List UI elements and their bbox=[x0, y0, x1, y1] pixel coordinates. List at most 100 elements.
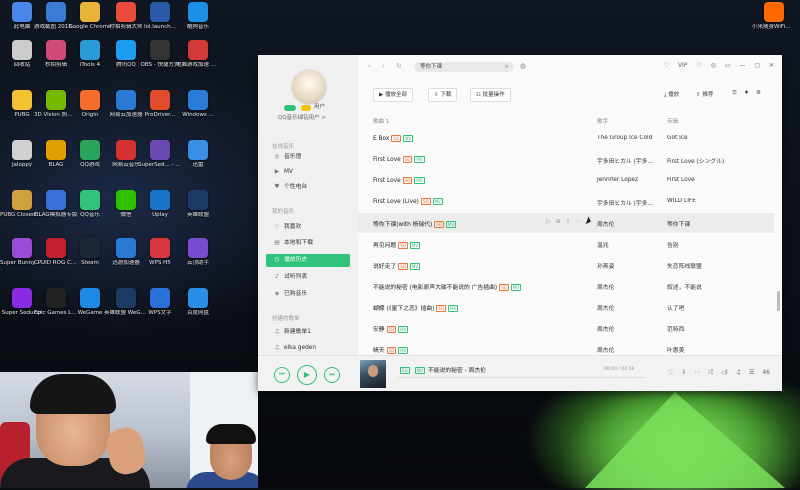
col-artist[interactable]: 歌手 bbox=[597, 117, 608, 125]
more-icon[interactable]: ⋯ bbox=[576, 218, 582, 225]
song-title[interactable]: 说好走了 bbox=[373, 264, 396, 270]
song-artist[interactable]: 宇多田ヒカル (宇多... bbox=[597, 198, 661, 207]
forward-icon[interactable]: › bbox=[382, 62, 385, 70]
mv-tag[interactable]: MV bbox=[414, 177, 425, 184]
progress-bar[interactable] bbox=[398, 377, 646, 378]
song-title[interactable]: 等你下课(with 杨瑞代) bbox=[373, 222, 432, 228]
song-title[interactable]: 再见问题 bbox=[373, 243, 396, 249]
col-title[interactable]: 歌曲 1 bbox=[373, 117, 389, 125]
gear-icon[interactable]: ⚙ bbox=[756, 90, 761, 96]
sidebar-item-mv[interactable]: ▶ MV bbox=[266, 166, 350, 179]
refresh-icon[interactable]: ↻ bbox=[396, 62, 402, 70]
download-button[interactable]: ⇩ 下载 bbox=[428, 88, 458, 102]
recommend-icon[interactable]: ⇧ 推荐 bbox=[696, 90, 713, 98]
search-input[interactable]: 等你下课 × bbox=[414, 62, 514, 72]
more-icon[interactable]: ⋯ bbox=[694, 369, 700, 376]
desktop-icon[interactable]: 百度网盘 bbox=[176, 286, 220, 332]
song-album[interactable]: First Love (シングル) bbox=[667, 156, 747, 165]
desktop-icon[interactable]: 英雄联盟 bbox=[176, 188, 220, 234]
song-row[interactable]: First Love SQ MV 宇多田ヒカル (宇多... First Love (シ… bbox=[358, 150, 774, 170]
song-title[interactable]: 不能说的秘密 (电影原声大碟不能说的 广告插曲) bbox=[373, 285, 497, 291]
mv-tag[interactable]: MV bbox=[402, 135, 414, 142]
song-album[interactable]: 失恋阵线联盟 bbox=[667, 261, 747, 270]
song-artist[interactable]: The Group Ice Cold bbox=[597, 135, 661, 141]
song-album[interactable]: First Love bbox=[667, 177, 747, 183]
mv-tag[interactable]: MV bbox=[409, 242, 421, 249]
shuffle-icon[interactable]: ⤮ bbox=[708, 369, 713, 376]
batch-button[interactable]: ☷ 批量操作 bbox=[470, 88, 511, 102]
song-artist[interactable]: 周杰伦 bbox=[597, 345, 661, 354]
add-icon[interactable]: ⊕ bbox=[556, 218, 561, 225]
list-scrollbar[interactable] bbox=[777, 291, 780, 311]
sidebar-item-music-hall[interactable]: ◎ 音乐馆 bbox=[266, 151, 350, 164]
song-artist[interactable]: 温兆 bbox=[597, 240, 661, 249]
download-icon[interactable]: ⇩ bbox=[681, 369, 686, 376]
song-album[interactable]: 认了吧 bbox=[667, 303, 747, 312]
sidebar-playlist-1[interactable]: ♫ 新建歌单1 bbox=[266, 326, 350, 339]
play-button[interactable]: ▶ bbox=[297, 365, 317, 385]
song-album[interactable]: Got Ice bbox=[667, 135, 747, 141]
settings-icon[interactable]: ◎ bbox=[711, 62, 716, 69]
song-row[interactable]: 等你下课(with 杨瑞代) SQ MV 周杰伦 等你下课 ▷ ⊕ ⇩ ⋯ bbox=[358, 213, 774, 233]
sidebar-item-history[interactable]: ◷ 播放历史 bbox=[266, 254, 350, 267]
song-album[interactable]: 叙述，不能说 bbox=[667, 282, 747, 291]
minimize-icon[interactable]: — bbox=[739, 62, 745, 69]
sidebar-item-radio[interactable]: ♥ 个性电台 bbox=[266, 181, 350, 194]
desktop-icon[interactable]: Windows ... bbox=[176, 88, 220, 134]
desktop-icon[interactable]: 云顶助手 bbox=[176, 236, 220, 282]
maximize-icon[interactable]: ▢ bbox=[754, 62, 760, 69]
song-artist[interactable]: 周杰伦 bbox=[597, 303, 661, 312]
back-icon[interactable]: ‹ bbox=[368, 62, 371, 70]
sidebar-playlist-2[interactable]: ♫ elka geden bbox=[266, 342, 350, 355]
song-row[interactable]: 不能说的秘密 (电影原声大碟不能说的 广告插曲) SQ MV 周杰伦 叙述，不能说 bbox=[358, 276, 774, 296]
song-title[interactable]: Ε Box bbox=[373, 136, 389, 142]
listen-identify-icon[interactable]: ◍ bbox=[520, 62, 526, 70]
song-artist[interactable]: 孙燕姿 bbox=[597, 261, 661, 270]
mv-tag[interactable]: MV bbox=[445, 221, 457, 228]
desktop-icon[interactable]: 电脑游戏加速 工具快捷方式 bbox=[176, 38, 220, 84]
col-album[interactable]: 专辑 bbox=[667, 117, 678, 125]
playlist-icon[interactable]: ☰ bbox=[749, 369, 754, 376]
song-row[interactable]: 再见问题 SQ MV 温兆 告别 bbox=[358, 234, 774, 254]
sidebar-item-purchased[interactable]: ◈ 已购音乐 bbox=[266, 288, 350, 301]
play-icon[interactable]: ▷ bbox=[546, 218, 551, 225]
song-row[interactable]: 蝴蝶 (《星下之恋》插曲) SQ MV 周杰伦 认了吧 bbox=[358, 297, 774, 317]
mv-tag[interactable]: MV bbox=[414, 367, 425, 374]
like-icon[interactable]: ♡ bbox=[668, 369, 673, 376]
sidebar-item-local-downloads[interactable]: ▤ 本地和下载 bbox=[266, 237, 350, 250]
mv-tag[interactable]: MV bbox=[409, 263, 421, 270]
download-icon[interactable]: ⇩ bbox=[566, 218, 571, 225]
list-view-icon[interactable]: ☰ bbox=[732, 90, 737, 96]
sidebar-item-favorites[interactable]: ♡ 我喜欢 bbox=[266, 221, 350, 234]
song-album[interactable]: 等你下课 bbox=[667, 219, 747, 228]
song-album[interactable]: 叶惠美 bbox=[667, 345, 747, 354]
song-title[interactable]: 安静 bbox=[373, 327, 385, 333]
lyrics-icon[interactable]: ♫ bbox=[736, 369, 741, 376]
play-icon[interactable]: ⤓ 播放 bbox=[664, 90, 679, 99]
mv-tag[interactable]: MV bbox=[398, 326, 409, 333]
song-row[interactable]: First Love SQ MV Jennifer Lopez First Love bbox=[358, 171, 774, 191]
clear-icon[interactable]: × bbox=[504, 62, 509, 72]
song-album[interactable]: WILD LIFE bbox=[667, 198, 747, 204]
desktop-icon[interactable]: 小米随身WiFi网卡 bbox=[752, 0, 796, 46]
song-title[interactable]: 晴天 bbox=[373, 348, 385, 354]
song-row[interactable]: Ε Box SQ MV The Group Ice Cold Got Ice bbox=[358, 129, 774, 149]
song-title[interactable]: First Love bbox=[373, 178, 401, 184]
avatar[interactable] bbox=[291, 69, 327, 105]
song-album[interactable]: 告别 bbox=[667, 240, 747, 249]
song-row[interactable]: 说好走了 SQ MV 孙燕姿 失恋阵线联盟 bbox=[358, 255, 774, 275]
mv-tag[interactable]: MV bbox=[510, 284, 522, 291]
volume-icon[interactable]: ◁) bbox=[721, 369, 728, 376]
user-icon[interactable]: ♦ bbox=[744, 90, 749, 96]
skin-icon[interactable]: ♡ bbox=[664, 62, 669, 69]
song-artist[interactable]: 周杰伦 bbox=[597, 219, 661, 228]
prev-icon[interactable]: ⏮ bbox=[274, 367, 290, 383]
username[interactable]: 用户 bbox=[314, 102, 325, 110]
song-artist[interactable]: 宇多田ヒカル (宇多... bbox=[597, 156, 661, 165]
close-icon[interactable]: ✕ bbox=[769, 62, 774, 69]
next-icon[interactable]: ⏭ bbox=[324, 367, 340, 383]
mv-tag[interactable]: MV bbox=[448, 305, 459, 312]
mv-tag[interactable]: MV bbox=[414, 156, 425, 163]
song-title[interactable]: 蝴蝶 (《星下之恋》插曲) bbox=[373, 306, 434, 312]
mv-tag[interactable]: MV bbox=[432, 198, 443, 205]
